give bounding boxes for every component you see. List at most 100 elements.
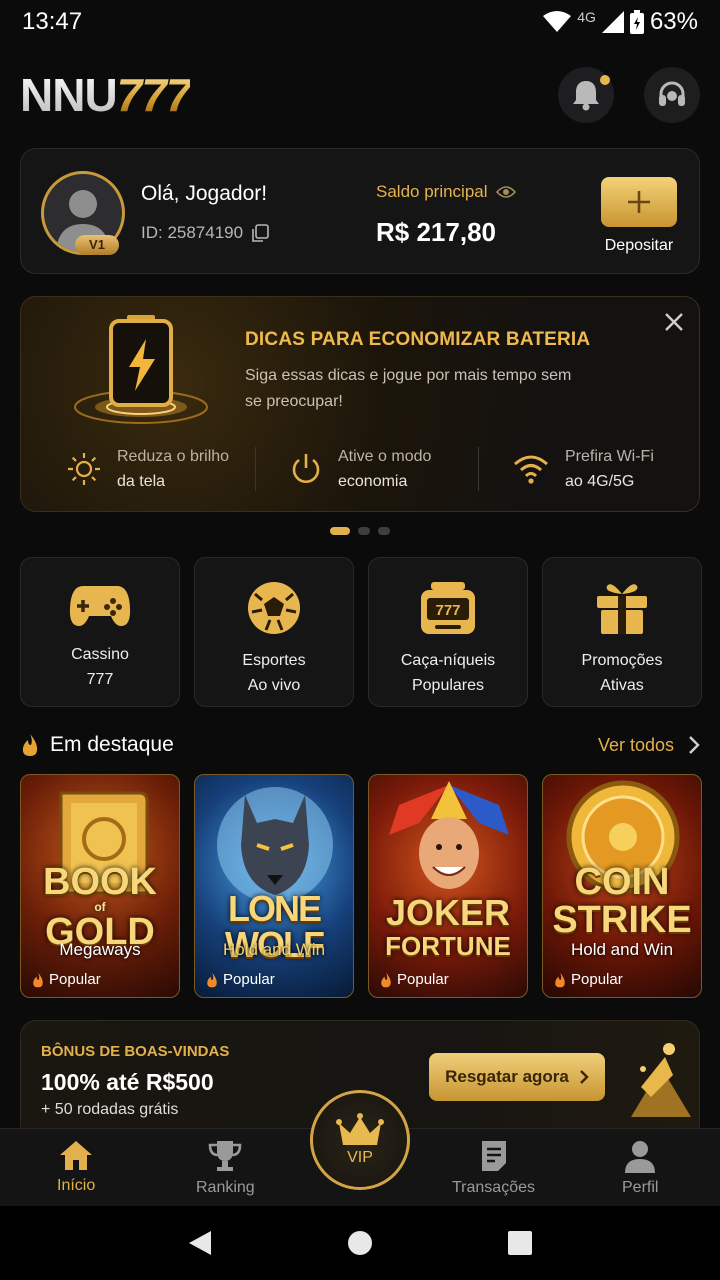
wifi-status-icon (543, 11, 572, 32)
bell-icon (573, 81, 599, 111)
copy-icon[interactable] (251, 224, 269, 242)
nav-transactions[interactable]: Transações (452, 1139, 535, 1197)
app-header: NNU777 (20, 60, 700, 130)
signal-icon (601, 11, 624, 33)
notifications-button[interactable] (558, 67, 614, 123)
power-icon (292, 454, 320, 483)
category-sports[interactable]: Esportes Ao vivo (194, 557, 354, 707)
balance-label: Saldo principal (376, 182, 516, 202)
brand-logo[interactable]: NNU777 (20, 68, 528, 122)
category-label: Promoções Ativas (581, 652, 663, 694)
close-icon[interactable] (663, 311, 685, 333)
vip-level-badge: V1 (75, 235, 119, 255)
game-subtitle: Megaways (59, 940, 141, 959)
featured-title: Em destaque (50, 733, 174, 756)
chevron-right-icon[interactable] (688, 735, 700, 755)
category-promotions[interactable]: Promoções Ativas (542, 557, 702, 707)
wifi-icon (514, 455, 548, 484)
slot-machine-icon: 777 (421, 582, 475, 634)
game-title: COIN STRIKE (552, 861, 692, 941)
tip-power-save: Ative o modo economia (256, 447, 479, 491)
category-slots[interactable]: 777 Caça-níqueis Populares (368, 557, 528, 707)
game-card-lone-wolf[interactable]: LONE WOLF Hold and Win Popular (194, 774, 354, 998)
deposit-button[interactable] (601, 177, 677, 227)
crown-icon (336, 1113, 384, 1145)
tip-brightness: Reduza o brilho da tela (21, 447, 256, 491)
tips-title: DICAS PARA ECONOMIZAR BATERIA (245, 329, 591, 350)
popular-tag: Popular (205, 971, 275, 988)
page-dot[interactable] (358, 527, 370, 535)
plus-icon (628, 191, 650, 213)
system-navigation-bar (0, 1206, 720, 1280)
battery-tips-banner: DICAS PARA ECONOMIZAR BATERIA Siga essas… (20, 296, 700, 512)
page-dot[interactable] (378, 527, 390, 535)
back-icon[interactable] (187, 1229, 213, 1257)
battery-status-icon (629, 10, 644, 34)
game-title: JOKER FORTUNE (385, 892, 511, 961)
tips-text: Siga essas dicas e jogue por mais tempo … (245, 367, 572, 410)
tip-wifi: Prefira Wi-Fi ao 4G/5G (479, 447, 701, 491)
battery-percent: 63% (649, 8, 698, 35)
game-title: BOOK of GOLD (43, 861, 157, 953)
category-label: Esportes Ao vivo (242, 652, 306, 694)
popular-tag: Popular (31, 971, 101, 988)
home-icon (60, 1141, 93, 1170)
app-screen: 13:47 4G 63% NNU777 V1 Olá, Jogador! ID:… (0, 0, 720, 1280)
balance-value: R$ 217,80 (376, 217, 496, 247)
game-subtitle: Hold and Win (570, 940, 674, 959)
support-button[interactable] (644, 67, 700, 123)
home-circle-icon[interactable] (347, 1230, 373, 1256)
flame-icon (207, 972, 217, 987)
flame-icon (33, 972, 43, 987)
user-id: ID: 25874190 (141, 223, 269, 243)
soccer-ball-icon (248, 582, 300, 634)
vip-button[interactable]: VIP (310, 1090, 410, 1190)
bonus-subtext: + 50 rodadas grátis (41, 1101, 179, 1118)
popular-tag: Popular (379, 971, 449, 988)
category-grid: Cassino 777 Esportes Ao vivo 777 Caça-níqu… (20, 557, 720, 707)
bonus-headline: 100% até R$500 (41, 1069, 214, 1095)
featured-section-header: Em destaque Ver todos (20, 728, 700, 762)
status-time: 13:47 (22, 8, 83, 35)
account-card: V1 Olá, Jogador! ID: 25874190 Saldo prin… (20, 148, 700, 274)
flame-icon (555, 972, 565, 987)
see-all-link[interactable]: Ver todos (598, 735, 674, 756)
network-type: 4G (577, 9, 596, 25)
trophy-icon (209, 1141, 242, 1171)
category-label: Caça-níqueis Populares (400, 652, 496, 694)
page-dot-active[interactable] (330, 527, 350, 535)
tips-list: Reduza o brilho da tela Ative o modo econo… (21, 447, 701, 497)
game-card-joker-fortune[interactable]: JOKER FORTUNE Popular (368, 774, 528, 998)
recents-icon[interactable] (507, 1230, 533, 1256)
status-bar: 13:47 4G 63% (0, 0, 720, 44)
popular-tag: Popular (553, 971, 623, 988)
nav-home[interactable]: Início (57, 1139, 95, 1195)
battery-illustration-icon (74, 315, 208, 424)
headset-icon (659, 81, 685, 106)
carousel-pagination[interactable] (0, 527, 720, 535)
sun-icon (68, 453, 100, 485)
featured-games-list: BOOK of GOLD Megaways Popular LONE WOLF Ho… (20, 774, 720, 998)
game-card-book-of-gold[interactable]: BOOK of GOLD Megaways Popular (20, 774, 180, 998)
game-card-coin-strike[interactable]: COIN STRIKE Hold and Win Popular (542, 774, 702, 998)
document-icon (481, 1141, 506, 1171)
gift-icon (597, 584, 647, 634)
redeem-button[interactable]: Resgatar agora (429, 1053, 605, 1101)
eye-icon[interactable] (495, 185, 516, 199)
person-icon (625, 1141, 656, 1173)
flame-icon (381, 972, 391, 987)
nav-ranking[interactable]: Ranking (196, 1139, 255, 1197)
notification-dot (600, 75, 610, 85)
category-label: Cassino 777 (71, 646, 129, 688)
nav-profile[interactable]: Perfil (622, 1139, 658, 1197)
greeting-text: Olá, Jogador! (141, 182, 268, 205)
flame-icon (22, 734, 38, 756)
category-casino[interactable]: Cassino 777 (20, 557, 180, 707)
gold-treasure-icon (631, 1043, 691, 1117)
chevron-right-icon (580, 1070, 589, 1084)
svg-text:777: 777 (435, 602, 460, 619)
game-subtitle: Hold and Win (222, 940, 326, 959)
deposit-label[interactable]: Depositar (581, 237, 697, 255)
gamepad-icon (69, 586, 131, 626)
bonus-kicker: BÔNUS DE BOAS-VINDAS (41, 1043, 230, 1060)
